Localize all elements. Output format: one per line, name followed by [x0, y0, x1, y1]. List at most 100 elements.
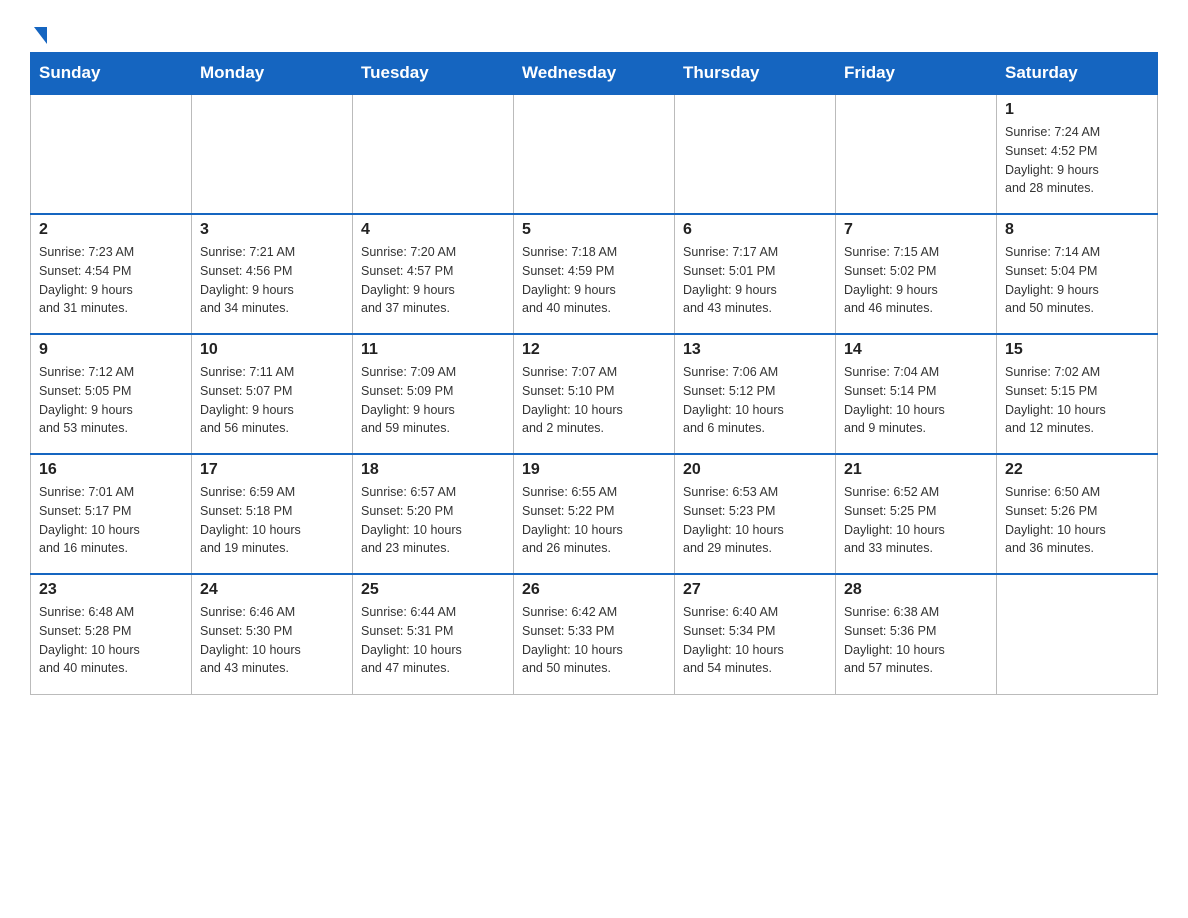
- calendar-cell: 1 Sunrise: 7:24 AM Sunset: 4:52 PM Daylig…: [997, 94, 1158, 214]
- calendar-cell: 6 Sunrise: 7:17 AM Sunset: 5:01 PM Daylig…: [675, 214, 836, 334]
- day-number: 10: [200, 341, 344, 359]
- day-number: 28: [844, 581, 988, 599]
- day-number: 8: [1005, 221, 1149, 239]
- calendar-cell: 10 Sunrise: 7:11 AM Sunset: 5:07 PM Dayli…: [192, 334, 353, 454]
- day-number: 26: [522, 581, 666, 599]
- weekday-header-wednesday: Wednesday: [514, 53, 675, 95]
- day-number: 14: [844, 341, 988, 359]
- day-info: Sunrise: 7:15 AM Sunset: 5:02 PM Dayligh…: [844, 243, 988, 318]
- calendar-cell: [192, 94, 353, 214]
- calendar-cell: 11Sunrise: 7:09 AM Sunset: 5:09 PM Dayli…: [353, 334, 514, 454]
- day-number: 25: [361, 581, 505, 599]
- day-number: 17: [200, 461, 344, 479]
- day-number: 24: [200, 581, 344, 599]
- day-info: Sunrise: 6:50 AM Sunset: 5:26 PM Dayligh…: [1005, 483, 1149, 558]
- day-info: Sunrise: 7:20 AM Sunset: 4:57 PM Dayligh…: [361, 243, 505, 318]
- day-info: Sunrise: 7:17 AM Sunset: 5:01 PM Dayligh…: [683, 243, 827, 318]
- day-number: 15: [1005, 341, 1149, 359]
- day-number: 7: [844, 221, 988, 239]
- calendar-cell: 9 Sunrise: 7:12 AM Sunset: 5:05 PM Daylig…: [31, 334, 192, 454]
- logo-triangle-icon: [34, 27, 47, 44]
- weekday-header-tuesday: Tuesday: [353, 53, 514, 95]
- day-number: 27: [683, 581, 827, 599]
- day-info: Sunrise: 7:09 AM Sunset: 5:09 PM Dayligh…: [361, 363, 505, 438]
- calendar-cell: 26 Sunrise: 6:42 AM Sunset: 5:33 PM Dayli…: [514, 574, 675, 694]
- calendar-week-row: 23 Sunrise: 6:48 AM Sunset: 5:28 PM Dayli…: [31, 574, 1158, 694]
- day-number: 6: [683, 221, 827, 239]
- day-info: Sunrise: 7:24 AM Sunset: 4:52 PM Dayligh…: [1005, 123, 1149, 198]
- calendar-cell: 22 Sunrise: 6:50 AM Sunset: 5:26 PM Dayli…: [997, 454, 1158, 574]
- weekday-header-saturday: Saturday: [997, 53, 1158, 95]
- calendar-cell: [31, 94, 192, 214]
- weekday-header-friday: Friday: [836, 53, 997, 95]
- calendar-week-row: 2 Sunrise: 7:23 AM Sunset: 4:54 PM Daylig…: [31, 214, 1158, 334]
- calendar-cell: 19 Sunrise: 6:55 AM Sunset: 5:22 PM Dayli…: [514, 454, 675, 574]
- calendar-week-row: 9 Sunrise: 7:12 AM Sunset: 5:05 PM Daylig…: [31, 334, 1158, 454]
- day-info: Sunrise: 7:06 AM Sunset: 5:12 PM Dayligh…: [683, 363, 827, 438]
- day-info: Sunrise: 7:07 AM Sunset: 5:10 PM Dayligh…: [522, 363, 666, 438]
- calendar-cell: 25 Sunrise: 6:44 AM Sunset: 5:31 PM Dayli…: [353, 574, 514, 694]
- day-number: 12: [522, 341, 666, 359]
- calendar-cell: 17 Sunrise: 6:59 AM Sunset: 5:18 PM Dayli…: [192, 454, 353, 574]
- calendar-table: SundayMondayTuesdayWednesdayThursdayFrid…: [30, 52, 1158, 695]
- day-info: Sunrise: 6:42 AM Sunset: 5:33 PM Dayligh…: [522, 603, 666, 678]
- weekday-header-thursday: Thursday: [675, 53, 836, 95]
- day-info: Sunrise: 6:52 AM Sunset: 5:25 PM Dayligh…: [844, 483, 988, 558]
- day-info: Sunrise: 6:59 AM Sunset: 5:18 PM Dayligh…: [200, 483, 344, 558]
- calendar-cell: 4 Sunrise: 7:20 AM Sunset: 4:57 PM Daylig…: [353, 214, 514, 334]
- day-number: 20: [683, 461, 827, 479]
- day-info: Sunrise: 6:38 AM Sunset: 5:36 PM Dayligh…: [844, 603, 988, 678]
- day-info: Sunrise: 7:14 AM Sunset: 5:04 PM Dayligh…: [1005, 243, 1149, 318]
- calendar-cell: 24Sunrise: 6:46 AM Sunset: 5:30 PM Dayli…: [192, 574, 353, 694]
- page-header: [30, 20, 1158, 42]
- day-number: 4: [361, 221, 505, 239]
- day-info: Sunrise: 6:57 AM Sunset: 5:20 PM Dayligh…: [361, 483, 505, 558]
- day-number: 9: [39, 341, 183, 359]
- day-number: 16: [39, 461, 183, 479]
- calendar-cell: 20 Sunrise: 6:53 AM Sunset: 5:23 PM Dayli…: [675, 454, 836, 574]
- calendar-cell: 7 Sunrise: 7:15 AM Sunset: 5:02 PM Daylig…: [836, 214, 997, 334]
- weekday-header-sunday: Sunday: [31, 53, 192, 95]
- day-info: Sunrise: 7:01 AM Sunset: 5:17 PM Dayligh…: [39, 483, 183, 558]
- day-info: Sunrise: 6:55 AM Sunset: 5:22 PM Dayligh…: [522, 483, 666, 558]
- calendar-cell: [675, 94, 836, 214]
- calendar-cell: 3Sunrise: 7:21 AM Sunset: 4:56 PM Daylig…: [192, 214, 353, 334]
- calendar-week-row: 16 Sunrise: 7:01 AM Sunset: 5:17 PM Dayli…: [31, 454, 1158, 574]
- day-number: 21: [844, 461, 988, 479]
- calendar-cell: 14 Sunrise: 7:04 AM Sunset: 5:14 PM Dayli…: [836, 334, 997, 454]
- calendar-cell: [836, 94, 997, 214]
- calendar-cell: 16 Sunrise: 7:01 AM Sunset: 5:17 PM Dayli…: [31, 454, 192, 574]
- day-info: Sunrise: 7:12 AM Sunset: 5:05 PM Dayligh…: [39, 363, 183, 438]
- day-number: 18: [361, 461, 505, 479]
- day-info: Sunrise: 6:53 AM Sunset: 5:23 PM Dayligh…: [683, 483, 827, 558]
- calendar-cell: 21 Sunrise: 6:52 AM Sunset: 5:25 PM Dayli…: [836, 454, 997, 574]
- day-number: 23: [39, 581, 183, 599]
- day-number: 1: [1005, 101, 1149, 119]
- weekday-header-row: SundayMondayTuesdayWednesdayThursdayFrid…: [31, 53, 1158, 95]
- calendar-cell: 15 Sunrise: 7:02 AM Sunset: 5:15 PM Dayli…: [997, 334, 1158, 454]
- day-info: Sunrise: 7:23 AM Sunset: 4:54 PM Dayligh…: [39, 243, 183, 318]
- calendar-cell: 18 Sunrise: 6:57 AM Sunset: 5:20 PM Dayli…: [353, 454, 514, 574]
- logo: [30, 20, 47, 42]
- day-number: 2: [39, 221, 183, 239]
- calendar-cell: [514, 94, 675, 214]
- day-info: Sunrise: 7:21 AM Sunset: 4:56 PM Dayligh…: [200, 243, 344, 318]
- calendar-cell: [997, 574, 1158, 694]
- day-info: Sunrise: 7:02 AM Sunset: 5:15 PM Dayligh…: [1005, 363, 1149, 438]
- day-info: Sunrise: 6:48 AM Sunset: 5:28 PM Dayligh…: [39, 603, 183, 678]
- calendar-cell: 2 Sunrise: 7:23 AM Sunset: 4:54 PM Daylig…: [31, 214, 192, 334]
- day-info: Sunrise: 6:44 AM Sunset: 5:31 PM Dayligh…: [361, 603, 505, 678]
- day-number: 13: [683, 341, 827, 359]
- calendar-week-row: 1 Sunrise: 7:24 AM Sunset: 4:52 PM Daylig…: [31, 94, 1158, 214]
- calendar-cell: 13 Sunrise: 7:06 AM Sunset: 5:12 PM Dayli…: [675, 334, 836, 454]
- day-info: Sunrise: 7:18 AM Sunset: 4:59 PM Dayligh…: [522, 243, 666, 318]
- calendar-cell: 12 Sunrise: 7:07 AM Sunset: 5:10 PM Dayli…: [514, 334, 675, 454]
- day-number: 22: [1005, 461, 1149, 479]
- day-info: Sunrise: 7:11 AM Sunset: 5:07 PM Dayligh…: [200, 363, 344, 438]
- day-number: 19: [522, 461, 666, 479]
- calendar-cell: 28 Sunrise: 6:38 AM Sunset: 5:36 PM Dayli…: [836, 574, 997, 694]
- day-info: Sunrise: 7:04 AM Sunset: 5:14 PM Dayligh…: [844, 363, 988, 438]
- calendar-cell: 23 Sunrise: 6:48 AM Sunset: 5:28 PM Dayli…: [31, 574, 192, 694]
- weekday-header-monday: Monday: [192, 53, 353, 95]
- day-info: Sunrise: 6:40 AM Sunset: 5:34 PM Dayligh…: [683, 603, 827, 678]
